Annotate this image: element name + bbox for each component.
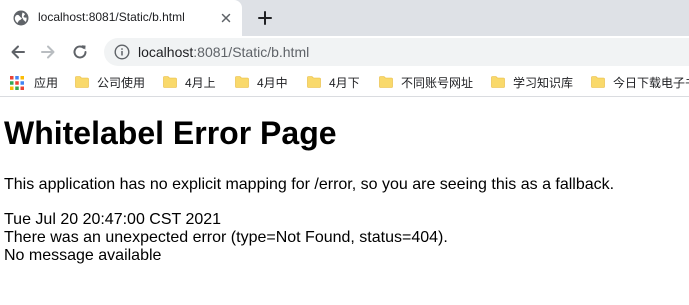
bookmark-label: 今日下载电子书 bbox=[613, 76, 689, 90]
url-path: :8081/Static/b.html bbox=[193, 44, 310, 60]
active-tab[interactable]: localhost:8081/Static/b.html bbox=[0, 0, 242, 36]
forward-arrow-icon[interactable] bbox=[38, 42, 58, 62]
bookmark-label: 4月上 bbox=[185, 76, 216, 90]
toolbar: localhost:8081/Static/b.html bbox=[0, 36, 689, 68]
reload-icon[interactable] bbox=[70, 42, 90, 62]
page-title: Whitelabel Error Page bbox=[4, 115, 337, 151]
address-url[interactable]: localhost:8081/Static/b.html bbox=[138, 44, 309, 60]
error-explanation: This application has no explicit mapping… bbox=[4, 176, 615, 193]
folder-icon bbox=[591, 76, 605, 88]
bookmark-label: 学习知识库 bbox=[513, 76, 574, 90]
error-message: No message available bbox=[4, 247, 162, 264]
bookmarks-bar: 应用 公司使用 4月上 4月中 4月下 不同账号网址 学习知识库 今日下载电子书 bbox=[0, 68, 689, 97]
folder-icon bbox=[491, 76, 505, 88]
bookmark-label: 4月下 bbox=[329, 76, 360, 90]
error-status-line: There was an unexpected error (type=Not … bbox=[4, 229, 448, 246]
folder-icon bbox=[75, 76, 89, 88]
bookmark-label: 4月中 bbox=[257, 76, 288, 90]
page-content: Whitelabel Error Page This application h… bbox=[4, 107, 688, 265]
new-tab-plus-icon[interactable] bbox=[256, 9, 274, 27]
info-icon[interactable] bbox=[114, 44, 130, 60]
error-timestamp: Tue Jul 20 20:47:00 CST 2021 bbox=[4, 211, 222, 228]
tab-title: localhost:8081/Static/b.html bbox=[38, 10, 185, 24]
folder-icon bbox=[163, 76, 177, 88]
tab-strip: localhost:8081/Static/b.html bbox=[0, 0, 689, 36]
apps-grid-icon bbox=[10, 76, 24, 90]
folder-icon bbox=[379, 76, 393, 88]
bookmark-label: 公司使用 bbox=[97, 76, 146, 90]
address-bar[interactable]: localhost:8081/Static/b.html bbox=[104, 38, 689, 66]
close-icon[interactable] bbox=[218, 10, 234, 26]
bookmark-label: 不同账号网址 bbox=[401, 76, 474, 90]
folder-icon bbox=[235, 76, 249, 88]
globe-icon bbox=[13, 10, 29, 26]
url-host: localhost bbox=[138, 44, 194, 60]
error-details: Tue Jul 20 20:47:00 CST 2021 There was a… bbox=[4, 211, 688, 265]
back-arrow-icon[interactable] bbox=[8, 42, 28, 62]
bookmark-label: 应用 bbox=[34, 76, 59, 90]
folder-icon bbox=[307, 76, 321, 88]
